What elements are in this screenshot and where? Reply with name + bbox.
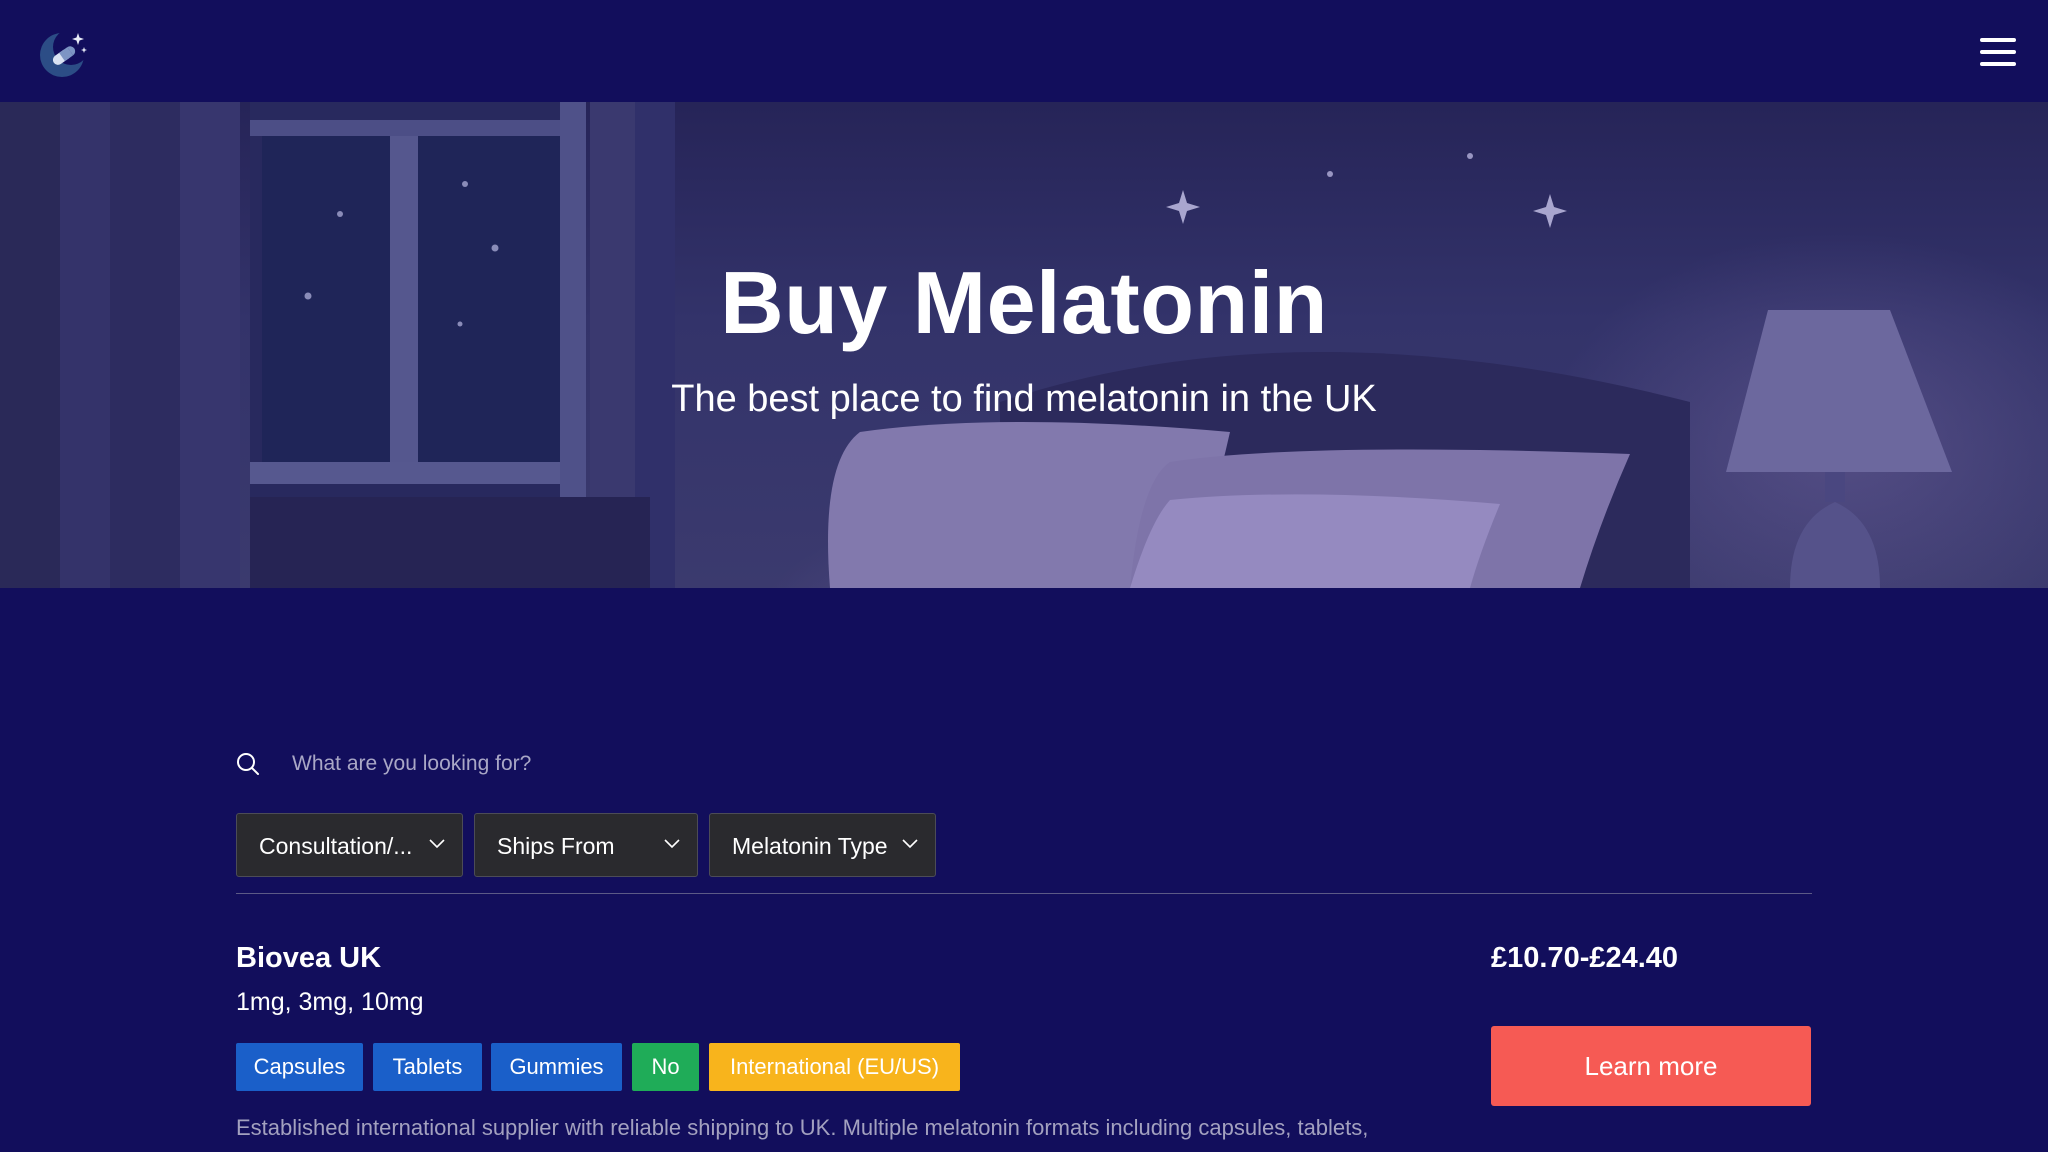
filter-label: Ships From (497, 833, 615, 859)
tag-tablets: Tablets (373, 1043, 482, 1091)
tag-ships-from: International (EU/US) (709, 1043, 960, 1091)
page-title: Buy Melatonin (720, 253, 1328, 352)
filter-melatonin-type-dropdown[interactable]: Melatonin Type (709, 813, 936, 877)
tag-gummies: Gummies (491, 1043, 622, 1091)
listing-doses: 1mg, 3mg, 10mg (236, 988, 424, 1016)
chevron-down-icon (664, 839, 680, 849)
top-navigation-bar (0, 0, 2048, 102)
filter-consultation-dropdown[interactable]: Consultation/... (236, 813, 463, 877)
hero-banner: Buy Melatonin The best place to find mel… (0, 102, 2048, 588)
search-bar (236, 740, 1812, 788)
listing-price: £10.70-£24.40 (1491, 942, 1679, 974)
tag-consultation-no: No (632, 1043, 699, 1091)
hamburger-menu-icon[interactable] (1976, 34, 2020, 70)
learn-more-button[interactable]: Learn more (1491, 1026, 1811, 1106)
page-subtitle: The best place to find melatonin in the … (671, 378, 1377, 420)
filter-ships-from-dropdown[interactable]: Ships From (474, 813, 698, 877)
filter-label: Melatonin Type (732, 833, 888, 859)
search-input[interactable] (290, 740, 1790, 788)
site-logo-icon[interactable] (38, 27, 90, 79)
listing-description: Established international supplier with … (236, 1115, 1369, 1140)
search-icon[interactable] (236, 752, 260, 776)
chevron-down-icon (902, 839, 918, 849)
chevron-down-icon (429, 839, 445, 849)
divider (236, 893, 1812, 894)
tag-capsules: Capsules (236, 1043, 363, 1091)
listing-title[interactable]: Biovea UK (236, 942, 381, 975)
filter-label: Consultation/... (259, 833, 413, 859)
